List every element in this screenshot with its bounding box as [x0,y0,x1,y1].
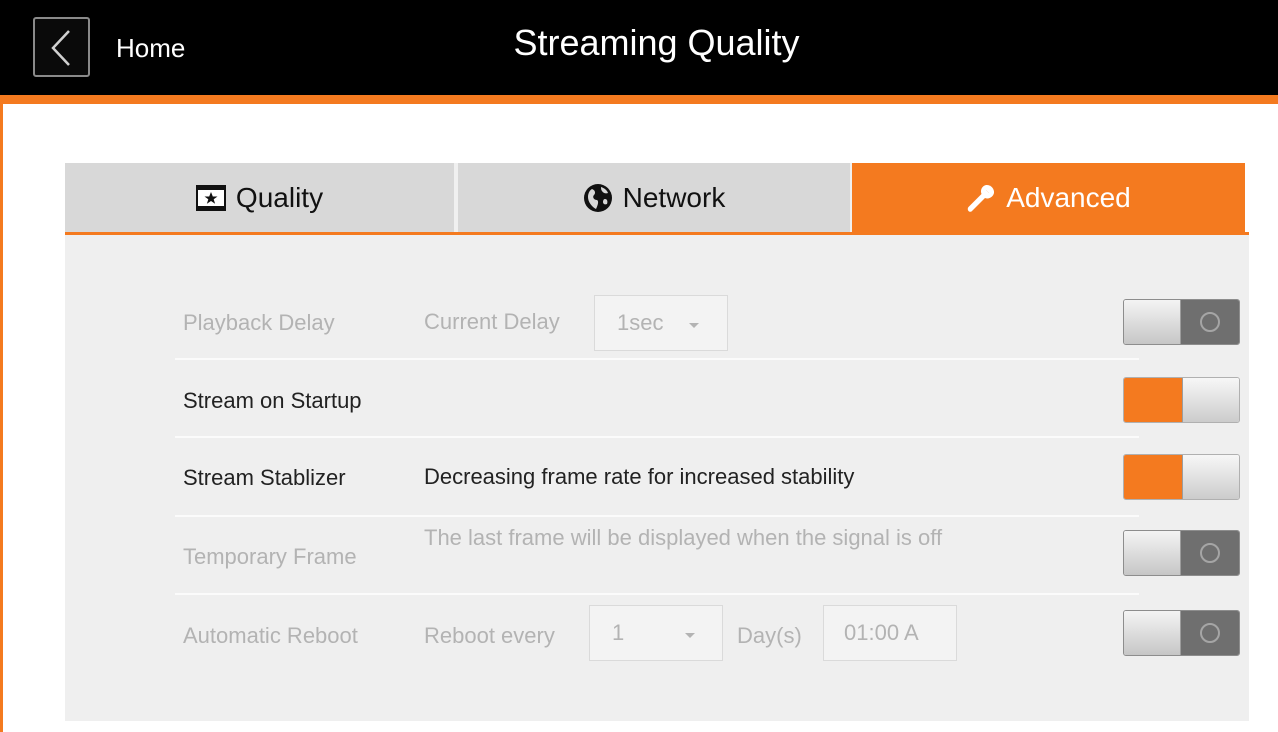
stream-stabilizer-toggle[interactable] [1123,454,1240,500]
automatic-reboot-label: Automatic Reboot [183,623,358,648]
reboot-interval-value: 1 [612,620,625,645]
toggle-fill [1124,378,1182,422]
setting-row-stream-on-startup: Stream on Startup [175,360,1240,438]
temporary-frame-toggle[interactable] [1123,530,1240,576]
setting-row-temporary-frame: Temporary Frame The last frame will be d… [175,517,1240,595]
reboot-unit-label: Day(s) [737,623,802,648]
temporary-frame-description: The last frame will be displayed when th… [424,525,943,550]
playback-delay-toggle[interactable] [1123,299,1240,345]
stream-on-startup-toggle[interactable] [1123,377,1240,423]
automatic-reboot-toggle[interactable] [1123,610,1240,656]
toggle-fill [1124,455,1182,499]
current-delay-value: 1sec [617,310,664,335]
toggle-track [1181,300,1239,344]
off-ring-icon [1200,623,1220,643]
wrench-icon [966,183,996,213]
page-title: Streaming Quality [513,22,800,63]
toggle-knob [1124,531,1181,575]
off-ring-icon [1200,543,1220,563]
toggle-track [1181,611,1239,655]
toggle-knob [1124,611,1181,655]
tab-network[interactable]: Network [456,163,852,232]
tab-bar: Quality Network Advanced [65,163,1249,235]
top-bar: Home Streaming Quality [0,0,1278,104]
setting-row-automatic-reboot: Automatic Reboot Reboot every 1 Day(s) 0… [175,595,1240,673]
tab-quality[interactable]: Quality [65,163,456,232]
temporary-frame-label: Temporary Frame [183,544,357,569]
caret-down-icon [685,633,695,638]
toggle-track [1181,531,1239,575]
reboot-interval-select[interactable]: 1 [589,605,723,661]
off-ring-icon [1200,312,1220,332]
current-delay-select[interactable]: 1sec [594,295,728,351]
toggle-knob [1182,455,1239,499]
current-delay-label: Current Delay [424,309,560,334]
globe-icon [583,183,613,213]
setting-row-playback-delay: Playback Delay Current Delay 1sec [175,295,1240,360]
setting-row-stream-stabilizer: Stream Stablizer Decreasing frame rate f… [175,438,1240,517]
stream-stabilizer-description: Decreasing frame rate for increased stab… [424,464,855,489]
stream-on-startup-label: Stream on Startup [183,388,362,413]
tab-advanced-label: Advanced [1006,181,1131,213]
tab-network-label: Network [622,181,726,213]
caret-down-icon [689,323,699,328]
reboot-every-label: Reboot every [424,623,555,648]
tab-advanced[interactable]: Advanced [852,163,1245,232]
film-star-icon [195,184,226,211]
stream-stabilizer-label: Stream Stablizer [183,465,346,490]
toggle-knob [1124,300,1181,344]
advanced-settings-panel: Playback Delay Current Delay 1sec Stream… [65,235,1249,721]
tab-quality-label: Quality [235,181,324,213]
reboot-time-field[interactable]: 01:00 A [823,605,957,661]
playback-delay-label: Playback Delay [183,310,335,335]
toggle-knob [1182,378,1239,422]
